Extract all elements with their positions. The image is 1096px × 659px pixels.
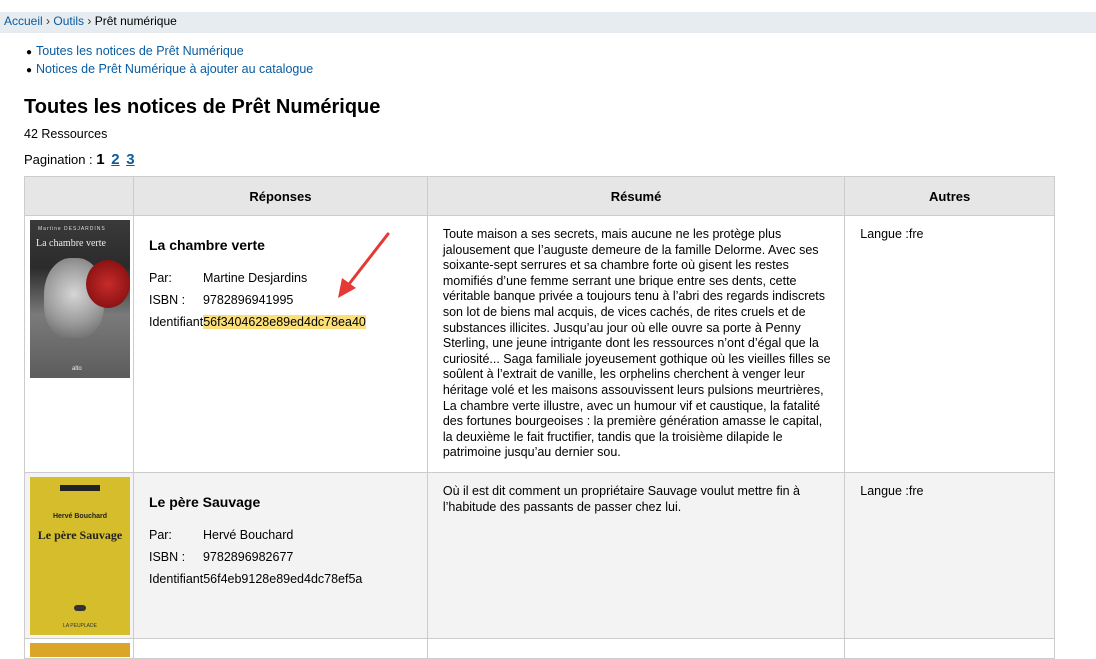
breadcrumb-tools-link[interactable]: Outils	[53, 14, 84, 28]
section-links: ● Toutes les notices de Prêt Numérique ● N…	[26, 43, 313, 79]
cover-title: Le père Sauvage	[37, 528, 123, 542]
cover-cell: Martine DESJARDINS La chambre verte alto	[24, 215, 134, 473]
isbn-label: ISBN :	[148, 293, 186, 307]
pagination-current-page: 1	[96, 151, 105, 168]
cover-logo	[74, 605, 86, 611]
record-isbn: 9782896941995	[202, 293, 294, 307]
pagination-label: Pagination :	[24, 152, 93, 167]
link-all-records[interactable]: Toutes les notices de Prêt Numérique	[36, 44, 244, 58]
record-identifier: 56f3404628e89ed4dc78ea40	[203, 315, 366, 329]
summary-cell: Toute maison a ses secrets, mais aucune …	[426, 215, 846, 473]
record-isbn-row: ISBN : 9782896982677	[149, 546, 426, 568]
others-cell: Langue :fre	[844, 472, 1055, 639]
summary-cell: Où il est dit comment un propriétaire Sa…	[426, 472, 846, 639]
record-id-row: Identifiant56f3404628e89ed4dc78ea40	[149, 311, 426, 333]
bullet-icon: ●	[26, 47, 33, 58]
breadcrumb-current: Prêt numérique	[94, 14, 177, 28]
breadcrumb-separator: ›	[46, 14, 51, 28]
record-summary: Où il est dit comment un propriétaire Sa…	[442, 484, 800, 514]
record-id-row: Identifiant56f4eb9128e89ed4dc78ef5a	[149, 568, 426, 590]
results-table: Réponses Résumé Autres Martine DESJARDIN…	[24, 176, 1055, 659]
record-author-row: Par: Hervé Bouchard	[149, 524, 426, 546]
book-cover-image[interactable]: Martine DESJARDINS La chambre verte alto	[30, 220, 130, 378]
pagination-page-3[interactable]: 3	[126, 151, 134, 168]
book-cover-image[interactable]: Hervé Bouchard Le père Sauvage LA PEUPLA…	[30, 477, 130, 635]
record-isbn: 9782896982677	[202, 550, 294, 564]
bullet-icon: ●	[26, 65, 33, 76]
table-header-row: Réponses Résumé Autres	[24, 176, 1055, 216]
identifier-label: Identifiant	[148, 572, 204, 586]
pagination: Pagination : 1 2 3	[24, 151, 135, 168]
others-cell: Langue :fre	[844, 215, 1055, 473]
breadcrumb-home-link[interactable]: Accueil	[4, 14, 43, 28]
record-language: Langue :fre	[860, 484, 924, 498]
cover-author: Martine DESJARDINS	[38, 226, 106, 232]
book-cover-image[interactable]	[30, 643, 130, 657]
column-header-others: Autres	[844, 176, 1055, 216]
author-label: Par:	[148, 528, 172, 542]
cover-cell: Hervé Bouchard Le père Sauvage LA PEUPLA…	[24, 472, 134, 639]
record-language: Langue :fre	[860, 227, 924, 241]
cover-publisher: alto	[72, 366, 82, 372]
cover-band	[60, 485, 100, 491]
author-label: Par:	[148, 271, 172, 285]
breadcrumb: Accueil › Outils › Prêt numérique	[0, 12, 1096, 33]
cover-author: Hervé Bouchard	[52, 513, 108, 520]
table-row: Martine DESJARDINS La chambre verte alto…	[24, 215, 1055, 473]
resource-count: 42 Ressources	[24, 127, 108, 141]
record-identifier: 56f4eb9128e89ed4dc78ef5a	[203, 572, 363, 586]
record-author: Martine Desjardins	[202, 271, 308, 285]
column-header-summary: Résumé	[426, 176, 846, 216]
cover-title: La chambre verte	[36, 238, 106, 249]
annotation-arrow-icon	[338, 232, 390, 298]
record-title: Le père Sauvage	[148, 494, 261, 510]
cover-publisher: LA PEUPLADE	[63, 623, 97, 629]
record-summary: Toute maison a ses secrets, mais aucune …	[442, 227, 831, 460]
responses-cell: Le père Sauvage Par: Hervé Bouchard ISBN …	[132, 472, 428, 639]
list-item: ● Toutes les notices de Prêt Numérique	[26, 43, 313, 61]
page-title: Toutes les notices de Prêt Numérique	[24, 96, 381, 118]
identifier-label: Identifiant	[148, 315, 204, 329]
column-header-responses: Réponses	[132, 176, 428, 216]
isbn-label: ISBN :	[148, 550, 186, 564]
link-records-to-add[interactable]: Notices de Prêt Numérique à ajouter au c…	[36, 62, 313, 76]
list-item: ● Notices de Prêt Numérique à ajouter au …	[26, 61, 313, 79]
table-row: Hervé Bouchard Le père Sauvage LA PEUPLA…	[24, 472, 1055, 639]
cover-rose	[86, 260, 130, 308]
breadcrumb-separator: ›	[87, 14, 92, 28]
pagination-page-2[interactable]: 2	[111, 151, 119, 168]
column-header-cover	[24, 176, 134, 216]
record-author: Hervé Bouchard	[202, 528, 294, 542]
